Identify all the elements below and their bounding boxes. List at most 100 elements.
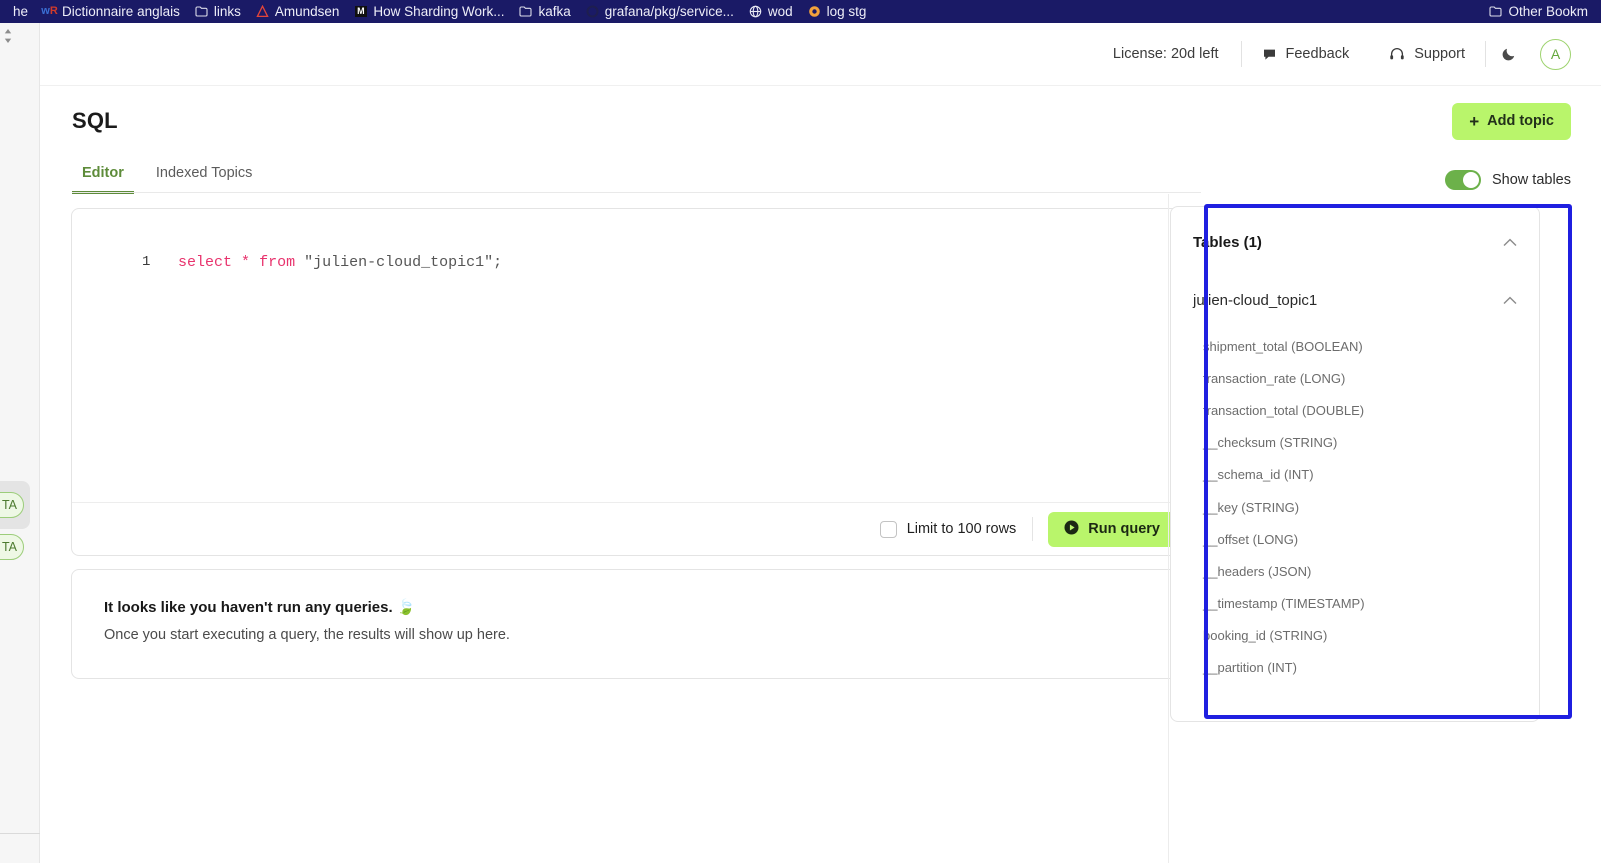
bookmark-item-links[interactable]: links: [187, 1, 248, 22]
show-tables-toggle-group[interactable]: Show tables: [1445, 170, 1571, 190]
avatar-initial: A: [1550, 46, 1561, 62]
table-column[interactable]: __partition (INT): [1193, 652, 1517, 684]
plus-icon: +: [1469, 111, 1480, 131]
table-column[interactable]: transaction_rate (LONG): [1193, 362, 1517, 394]
editor-footer-bar: Limit to 100 rows Run query: [72, 502, 1190, 555]
tab-strip-divider: [72, 192, 1201, 193]
bookmark-item-he[interactable]: he: [6, 1, 35, 22]
tables-count-label: Tables (1): [1193, 233, 1262, 251]
tab-indexed-topics[interactable]: Indexed Topics: [146, 165, 262, 194]
support-button[interactable]: Support: [1369, 37, 1485, 71]
table-column[interactable]: __offset (LONG): [1193, 523, 1517, 555]
medium-icon: M: [355, 6, 367, 17]
bookmark-label: Dictionnaire anglais: [62, 4, 180, 19]
sql-star-operator: *: [241, 254, 251, 271]
wordreference-icon: wR: [41, 5, 58, 17]
run-query-label: Run query: [1088, 521, 1160, 537]
bookmark-item-amundsen[interactable]: Amundsen: [248, 1, 347, 22]
bookmark-label: Other Bookm: [1508, 4, 1588, 19]
page-title: SQL: [72, 108, 118, 133]
bookmark-item-log-stg[interactable]: log stg: [800, 1, 874, 22]
panel-column-divider: [1168, 194, 1169, 863]
table-column[interactable]: transaction_total (DOUBLE): [1193, 394, 1517, 426]
kibana-icon: [807, 4, 822, 19]
avatar[interactable]: A: [1540, 38, 1571, 70]
browser-bookmark-bar: he wR Dictionnaire anglais links Amundse…: [0, 0, 1601, 23]
table-column[interactable]: __headers (JSON): [1193, 555, 1517, 587]
moon-icon[interactable]: [1486, 37, 1532, 71]
bookmark-label: kafka: [538, 4, 571, 19]
chevron-up-down-icon[interactable]: [0, 23, 16, 49]
amundsen-icon: [255, 4, 270, 19]
sql-keyword-select: select: [178, 254, 233, 271]
bookmark-label: wod: [767, 4, 793, 19]
sql-keyword-from: from: [259, 254, 296, 271]
tables-panel: Tables (1) julien-cloud_topic1 shipment_…: [1170, 206, 1540, 722]
run-query-button[interactable]: Run query: [1048, 511, 1176, 547]
limit-rows-label: Limit to 100 rows: [906, 521, 1017, 537]
add-topic-label: Add topic: [1487, 113, 1554, 129]
table-column[interactable]: __schema_id (INT): [1193, 459, 1517, 491]
table-columns-list: shipment_total (BOOLEAN) transaction_rat…: [1193, 330, 1517, 684]
chevron-up-icon[interactable]: [1503, 238, 1517, 247]
table-item-julien-cloud-topic1[interactable]: julien-cloud_topic1: [1193, 285, 1517, 315]
app-surface: License: 20d left Feedback Support A SQL…: [40, 23, 1601, 863]
play-icon: [1064, 520, 1079, 539]
left-rail-chip-label: TA: [1, 498, 17, 512]
limit-rows-group[interactable]: Limit to 100 rows: [879, 520, 1033, 538]
sql-editor-card: 1 select * from "julien-cloud_topic1"; L…: [71, 208, 1191, 556]
grafana-icon: [585, 4, 600, 19]
bookmark-item-dictionnaire-anglais[interactable]: wR Dictionnaire anglais: [35, 1, 187, 22]
limit-rows-checkbox[interactable]: [879, 520, 897, 538]
tab-label: Editor: [82, 165, 124, 181]
page-title-row: SQL + Add topic: [40, 86, 1601, 156]
folder-icon: [194, 4, 209, 19]
sql-editor-area[interactable]: 1 select * from "julien-cloud_topic1";: [72, 209, 1190, 503]
feedback-label: Feedback: [1285, 46, 1350, 62]
tab-editor[interactable]: Editor: [72, 165, 134, 194]
app-header: License: 20d left Feedback Support A: [40, 23, 1601, 86]
show-tables-switch[interactable]: [1445, 170, 1481, 190]
left-rail: TA TA: [0, 23, 40, 863]
tab-label: Indexed Topics: [155, 165, 253, 181]
footer-divider: [1032, 517, 1034, 541]
empty-state-subtitle: Once you start executing a query, the re…: [104, 627, 510, 643]
table-column[interactable]: booking_id (STRING): [1193, 620, 1517, 652]
folder-icon: [1488, 4, 1503, 19]
sql-code-line[interactable]: select * from "julien-cloud_topic1";: [178, 253, 502, 273]
support-label: Support: [1414, 46, 1465, 62]
bookmark-label: he: [13, 4, 29, 19]
table-column[interactable]: __key (STRING): [1193, 491, 1517, 523]
add-topic-button[interactable]: + Add topic: [1452, 102, 1571, 140]
bookmark-item-grafana-pkg-service[interactable]: grafana/pkg/service...: [578, 1, 741, 22]
switch-knob: [1463, 172, 1479, 188]
line-number: 1: [142, 254, 151, 270]
table-column[interactable]: shipment_total (BOOLEAN): [1193, 330, 1517, 362]
chat-bubble-icon: [1262, 47, 1277, 62]
bookmark-item-how-sharding-works[interactable]: M How Sharding Work...: [346, 1, 511, 22]
bookmark-label: grafana/pkg/service...: [604, 4, 734, 19]
table-column[interactable]: __checksum (STRING): [1193, 427, 1517, 459]
bookmark-label: How Sharding Work...: [373, 4, 505, 19]
headset-icon: [1389, 46, 1405, 62]
show-tables-label: Show tables: [1492, 172, 1571, 188]
bookmark-item-kafka[interactable]: kafka: [511, 1, 577, 22]
table-name-label: julien-cloud_topic1: [1193, 291, 1318, 309]
globe-icon: [748, 4, 763, 19]
license-status: License: 20d left: [1112, 46, 1219, 62]
bookmark-label: Amundsen: [274, 4, 340, 19]
query-results-card: It looks like you haven't run any querie…: [71, 569, 1191, 679]
chevron-up-icon[interactable]: [1503, 296, 1517, 305]
left-rail-divider: [0, 833, 40, 834]
bookmark-item-wod[interactable]: wod: [741, 1, 800, 22]
table-column[interactable]: __timestamp (TIMESTAMP): [1193, 588, 1517, 620]
tables-panel-header[interactable]: Tables (1): [1193, 227, 1517, 257]
left-rail-chip-label: TA: [1, 540, 17, 554]
feedback-button[interactable]: Feedback: [1242, 37, 1370, 71]
folder-icon: [518, 4, 533, 19]
bookmark-label: log stg: [826, 4, 867, 19]
bookmark-label: links: [213, 4, 241, 19]
left-rail-chip-2[interactable]: TA: [0, 534, 24, 560]
empty-state-title: It looks like you haven't run any querie…: [104, 599, 416, 616]
bookmark-item-other-bookmarks[interactable]: Other Bookm: [1481, 1, 1595, 22]
